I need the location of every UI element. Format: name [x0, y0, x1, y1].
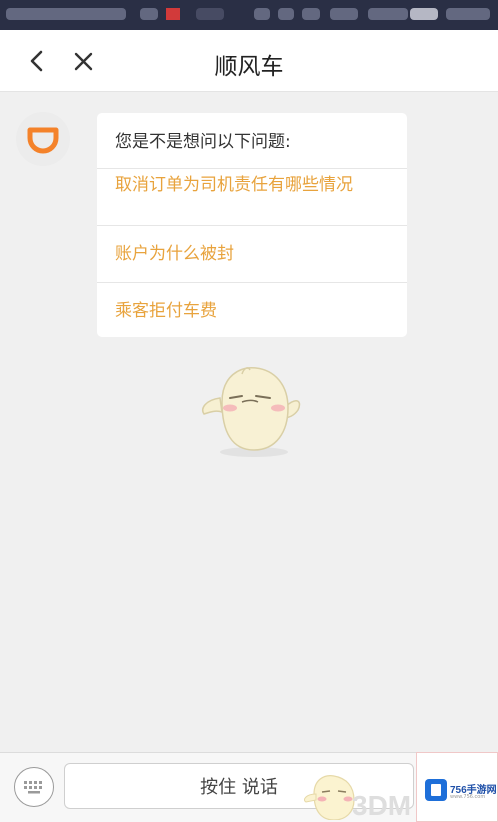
756-logo-icon [425, 779, 447, 801]
question-item[interactable]: 乘客拒付车费 [97, 283, 407, 337]
watermark-756: 756手游网 www.756.com [416, 752, 498, 822]
question-item[interactable]: 账户为什么被封 [97, 226, 407, 283]
nav-bar: 顺风车 [0, 30, 498, 92]
keyboard-icon [24, 781, 42, 794]
question-item[interactable]: 取消订单为司机责任有哪些情况 [97, 169, 407, 226]
watermark-756-url: www.756.com [450, 794, 486, 800]
page-title: 顺风车 [214, 54, 284, 80]
card-header: 您是不是想问以下问题: [97, 113, 407, 169]
status-bar [0, 0, 498, 30]
suggested-questions-card: 您是不是想问以下问题: 取消订单为司机责任有哪些情况 账户为什么被封 乘客拒付车… [97, 113, 407, 337]
watermark-3dm: 3DM [352, 790, 412, 821]
keyboard-toggle-button[interactable] [14, 767, 54, 807]
mascot-illustration [202, 367, 301, 457]
didi-logo-icon [27, 127, 59, 154]
bot-avatar [16, 112, 70, 166]
